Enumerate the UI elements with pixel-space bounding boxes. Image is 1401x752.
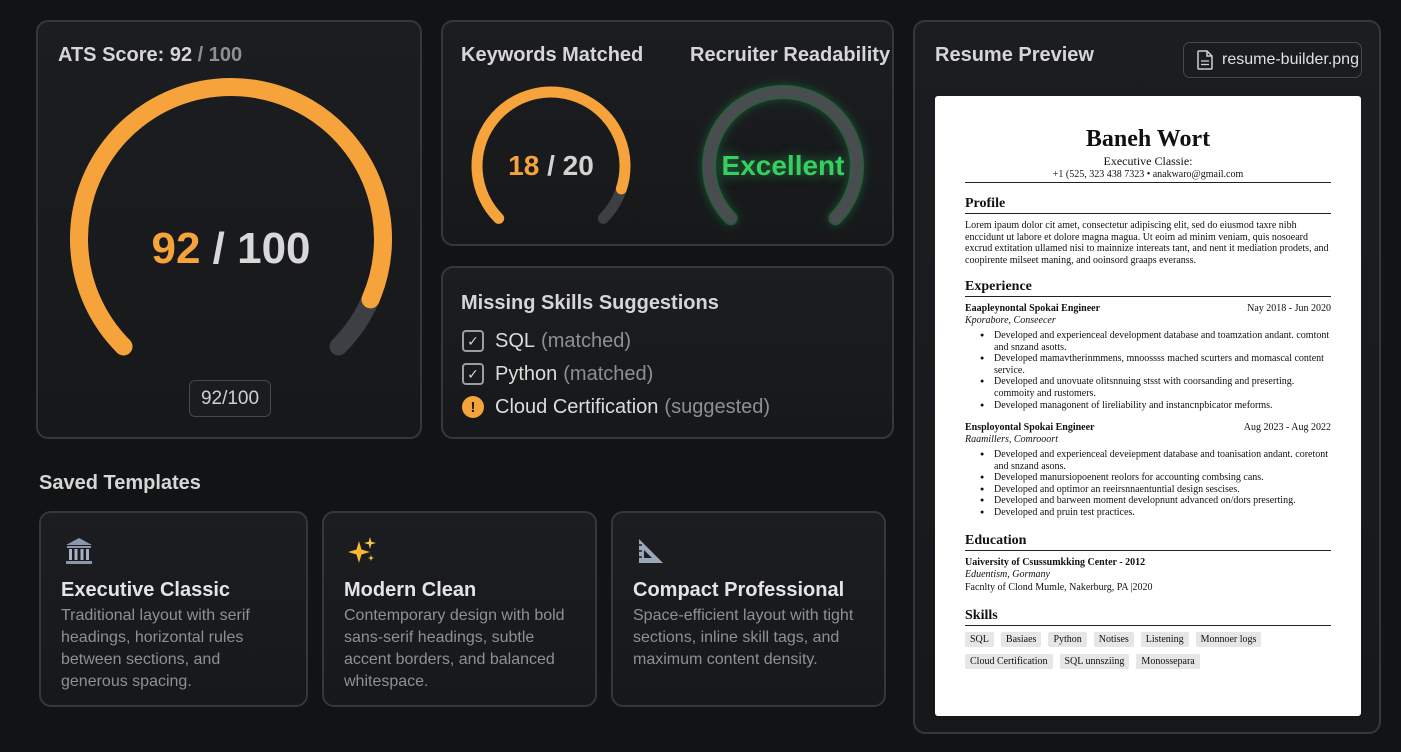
list-item: Developed manursiopoenent reolors for ac… <box>965 472 1331 484</box>
list-item: Developed mamavtherinmmens, mnoossss mac… <box>965 353 1331 376</box>
triangle-ruler-icon <box>639 539 663 563</box>
skill-tag: SQL unnsziing <box>1059 654 1130 669</box>
ats-score-pill: 92/100 <box>189 380 271 417</box>
resume-profile-text: Lorem ipaum dolor cit amet, consectetur … <box>965 220 1329 266</box>
resume-job-title: Ensployontal Spokai Engineer <box>965 422 1095 433</box>
ats-score-card: ATS Score: 92 / 100 92 / 100 92/100 <box>36 20 422 439</box>
keywords-readability-card: Keywords Matched Recruiter Readability 1… <box>441 20 894 246</box>
skill-tag: Monnoer logs <box>1195 632 1262 647</box>
resume-rule <box>965 182 1331 183</box>
list-item: Developed and pruin test practices. <box>965 507 1331 519</box>
resume-rule <box>965 625 1331 626</box>
missing-skills-title: Missing Skills Suggestions <box>461 292 719 314</box>
resume-school-location: Eduentism, Gormany <box>965 569 1050 580</box>
resume-job-title-row: Ensployontal Spokai Engineer Aug 2023 - … <box>965 422 1331 433</box>
template-card-compact-professional[interactable]: Compact Professional Space-efficient lay… <box>611 511 886 707</box>
sparkles-icon <box>348 537 376 563</box>
resume-preview-card: Resume Preview resume-builder.png Baneh … <box>913 20 1381 734</box>
list-item: Developed and barween moment developnunt… <box>965 495 1331 507</box>
resume-school-line: Facnlty of Clond Mumle, Nakerburg, PA |2… <box>965 582 1153 593</box>
resume-skill-tags: SQL Basiaes Python Notises Listening Mon… <box>965 632 1331 669</box>
skill-name: Python <box>495 362 558 385</box>
resume-document[interactable]: Baneh Wort Executive Classie: +1 (525, 3… <box>935 96 1361 716</box>
resume-skills-heading: Skills <box>965 608 998 623</box>
ats-gauge-fill <box>70 78 392 356</box>
warning-icon: ! <box>462 396 484 418</box>
saved-templates-title: Saved Templates <box>39 472 201 494</box>
list-item: Developed and experienceal deveiepment d… <box>965 449 1331 472</box>
template-name: Modern Clean <box>344 579 477 601</box>
document-icon <box>1197 50 1213 70</box>
file-name-label: resume-builder.png <box>1222 51 1359 68</box>
resume-job-title-row: Eaapleynontal Spokai Engineer Nay 2018 -… <box>965 303 1331 314</box>
template-name: Executive Classic <box>61 579 230 601</box>
check-icon[interactable]: ✓ <box>462 330 484 352</box>
resume-job-bullets: Developed and experienceal development d… <box>965 330 1331 411</box>
resume-rule <box>965 213 1331 214</box>
template-card-executive-classic[interactable]: Executive Classic Traditional layout wit… <box>39 511 308 707</box>
skill-status: (suggested) <box>664 395 771 418</box>
resume-job-company: Raamillers, Comrooort <box>965 434 1058 445</box>
readability-value: Excellent <box>721 150 845 181</box>
skill-name: SQL <box>495 329 536 352</box>
resume-job-company: Kporabore, Conseecer <box>965 315 1056 326</box>
resume-rule <box>965 550 1331 551</box>
resume-job-title: Eaapleynontal Spokai Engineer <box>965 303 1101 314</box>
list-item: Developed and unovuate olitsnnuing stsst… <box>965 376 1331 399</box>
list-item: Developed and experienceal development d… <box>965 330 1331 353</box>
resume-school: Uaiversity of Csussumkking Center - 2012 <box>965 557 1146 568</box>
skill-name: Cloud Certification <box>495 395 659 418</box>
template-description: Space-efficient layout with tight sectio… <box>633 607 854 668</box>
skill-status: (matched) <box>541 329 632 352</box>
template-card-modern-clean[interactable]: Modern Clean Contemporary design with bo… <box>322 511 597 707</box>
skill-tag: Notises <box>1093 632 1134 647</box>
resume-education-heading: Education <box>965 533 1027 548</box>
skill-tag: Cloud Certification <box>965 654 1053 669</box>
list-item: Developed managonent of lireliability an… <box>965 400 1331 412</box>
skill-tag: Monossepara <box>1136 654 1200 669</box>
bank-icon <box>66 538 92 564</box>
resume-job-dates: Aug 2023 - Aug 2022 <box>1243 422 1331 433</box>
skill-tag: Listening <box>1140 632 1189 647</box>
template-name: Compact Professional <box>633 579 845 601</box>
skill-status: (matched) <box>563 362 654 385</box>
file-name-button[interactable]: resume-builder.png <box>1183 42 1362 78</box>
skill-row-sql[interactable]: ✓ SQL (matched) <box>462 328 631 354</box>
resume-job-bullets: Developed and experienceal deveiepment d… <box>965 449 1331 519</box>
resume-profile-heading: Profile <box>965 196 1006 211</box>
resume-preview-title: Resume Preview <box>935 44 1094 66</box>
resume-contact: +1 (525, 323 438 7323 • anakwaro@gmail.c… <box>1052 169 1244 180</box>
ats-score-value: 92 / 100 <box>151 224 311 273</box>
skill-tag: SQL <box>965 632 994 647</box>
resume-experience-heading: Experience <box>965 279 1032 294</box>
check-icon[interactable]: ✓ <box>462 363 484 385</box>
resume-job-dates: Nay 2018 - Jun 2020 <box>1247 303 1331 314</box>
skill-row-python[interactable]: ✓ Python (matched) <box>462 361 653 387</box>
keywords-value: 18 / 20 <box>508 150 594 181</box>
skill-row-cloud-certification[interactable]: ! Cloud Certification (suggested) <box>462 394 770 420</box>
skill-tag: Python <box>1048 632 1087 647</box>
resume-subtitle: Executive Classie: <box>1103 154 1193 168</box>
resume-name: Baneh Wort <box>1085 126 1211 152</box>
template-description: Contemporary design with bold sans-serif… <box>344 607 565 690</box>
skill-tag: Basiaes <box>1000 632 1042 647</box>
resume-rule <box>965 296 1331 297</box>
keywords-readability-gauges <box>471 85 864 226</box>
template-description: Traditional layout with serif headings, … <box>61 607 250 690</box>
missing-skills-card: Missing Skills Suggestions ✓ SQL (matche… <box>441 266 894 439</box>
list-item: Developed and optimor an reeirsnnaentunt… <box>965 484 1331 496</box>
